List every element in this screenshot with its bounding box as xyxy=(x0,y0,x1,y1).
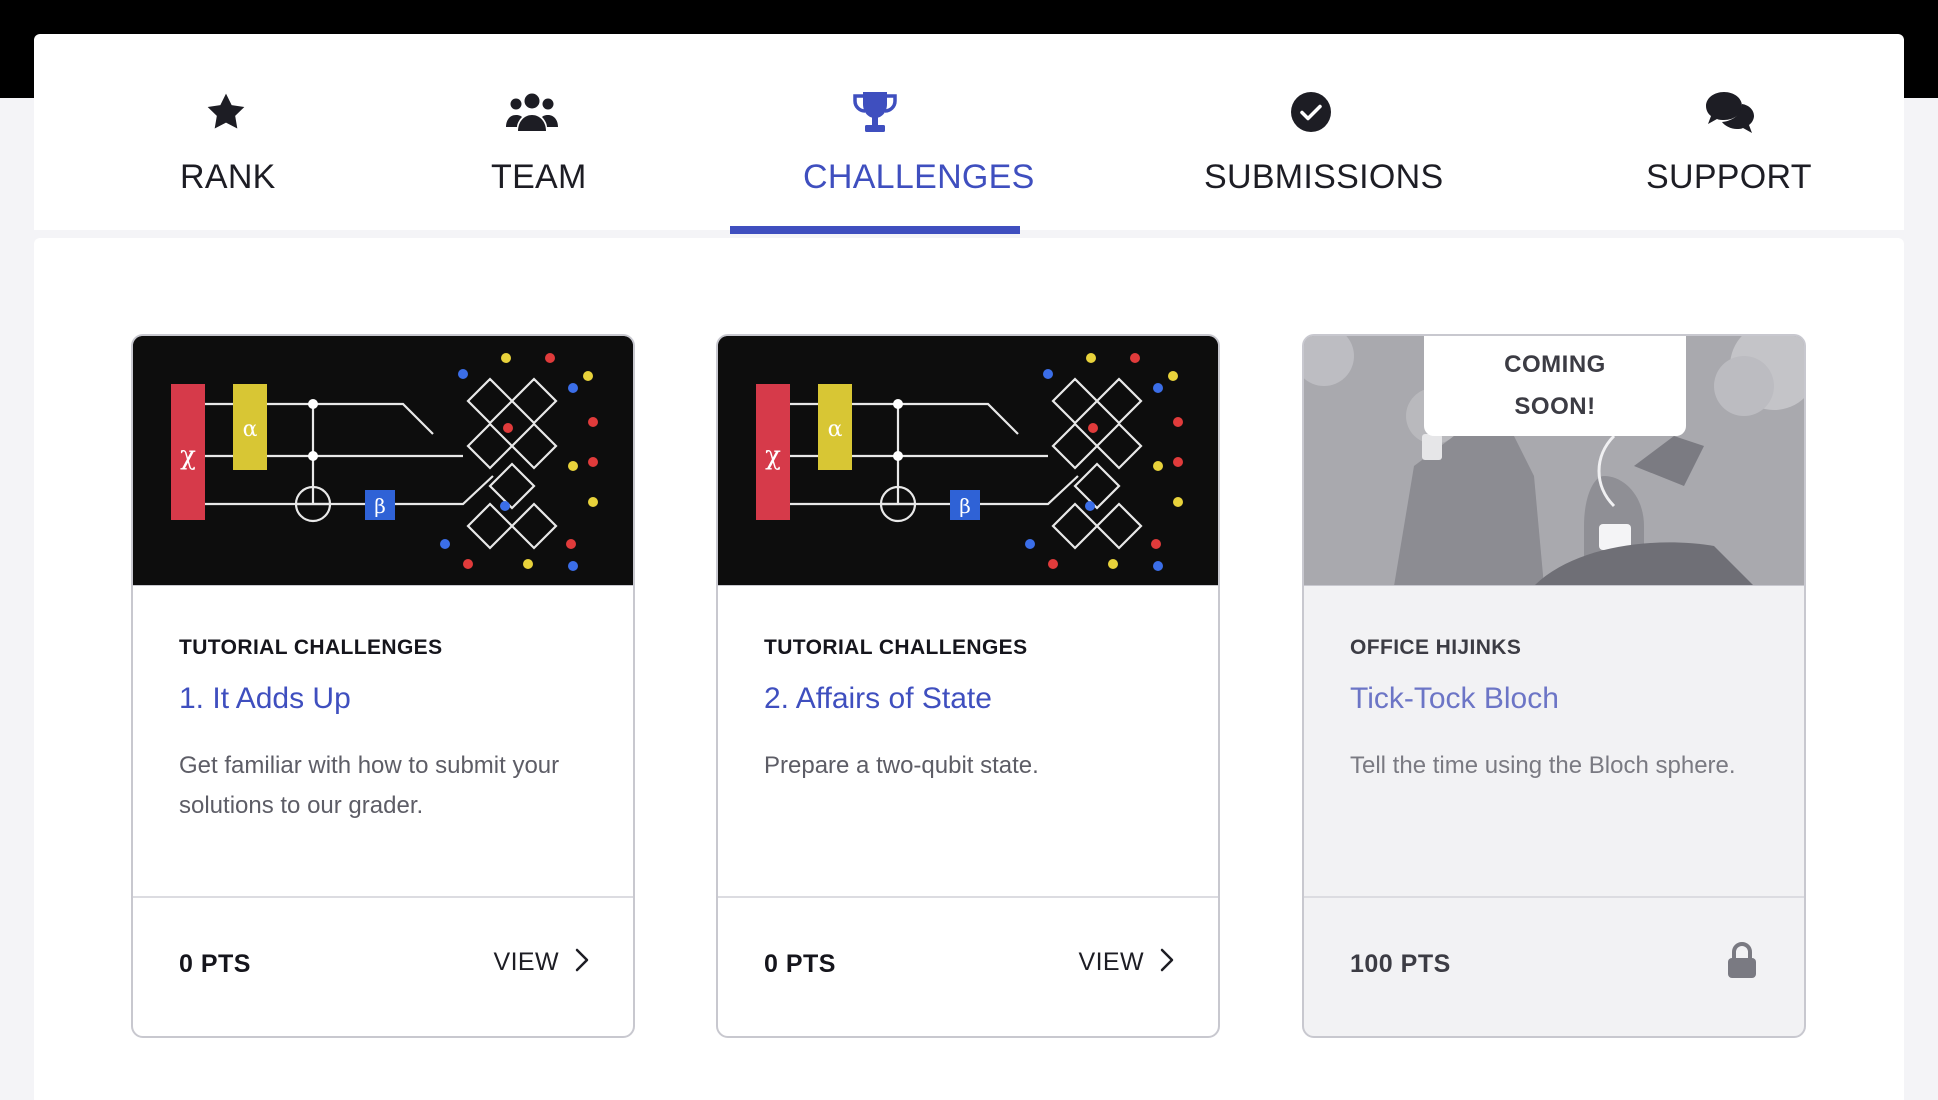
trophy-icon xyxy=(852,88,898,136)
card-points: 0 PTS xyxy=(764,950,836,978)
card-points: 100 PTS xyxy=(1350,950,1451,978)
beta-symbol: β xyxy=(959,494,971,518)
card-title[interactable]: 2. Affairs of State xyxy=(764,682,992,716)
card-description: Get familiar with how to submit your sol… xyxy=(179,752,560,819)
quantum-circuit-image: χ α β xyxy=(133,336,633,586)
tab-challenges[interactable]: CHALLENGES xyxy=(730,34,1034,234)
tab-submissions[interactable]: SUBMISSIONS xyxy=(1184,34,1443,230)
quantum-circuit-image: χ α β xyxy=(718,336,1218,586)
card-divider xyxy=(133,896,633,898)
card-points: 0 PTS xyxy=(179,950,251,978)
coming-soon-badge: COMING SOON! xyxy=(1424,336,1686,436)
card-category: TUTORIAL CHALLENGES xyxy=(179,636,443,659)
tab-team-label: TEAM xyxy=(491,158,587,196)
users-icon xyxy=(506,88,558,136)
lock-icon xyxy=(1726,942,1758,985)
view-button[interactable]: VIEW xyxy=(494,948,590,977)
challenge-card[interactable]: χ α β TUTORIAL CHALLENGES 2. Affairs of … xyxy=(716,334,1220,1038)
chat-bubbles-icon xyxy=(1704,88,1758,136)
active-tab-underline xyxy=(730,226,1020,234)
coming-soon-line2: SOON! xyxy=(1514,393,1596,420)
card-description: Tell the time using the Bloch sphere. xyxy=(1350,752,1736,779)
tab-submissions-label: SUBMISSIONS xyxy=(1204,158,1444,196)
challenge-card[interactable]: χ α β TUTORIAL CHALLENGES 1. It Adds Up … xyxy=(131,334,635,1038)
card-category: TUTORIAL CHALLENGES xyxy=(764,636,1028,659)
tab-rank[interactable]: RANK xyxy=(112,34,332,230)
chevron-right-icon xyxy=(575,948,589,977)
tab-challenges-label: CHALLENGES xyxy=(803,158,1035,196)
beta-symbol: β xyxy=(374,494,386,518)
view-button-label: VIEW xyxy=(1078,948,1144,976)
view-button-label: VIEW xyxy=(493,948,559,976)
alpha-symbol: α xyxy=(243,417,258,442)
chevron-right-icon xyxy=(1160,948,1174,977)
office-coffee-image: COMING SOON! xyxy=(1304,336,1804,586)
check-circle-icon xyxy=(1290,88,1332,136)
card-description: Prepare a two-qubit state. xyxy=(764,752,1039,779)
tab-team[interactable]: TEAM xyxy=(420,34,640,230)
chi-symbol: χ xyxy=(765,441,781,471)
challenge-card-locked: COMING SOON! OFFICE HIJINKS Tick-Tock Bl… xyxy=(1302,334,1806,1038)
nav-tabs: RANK TEAM CHALLENGES SUBMISSIONS SUPPORT xyxy=(34,34,1904,234)
card-title: Tick-Tock Bloch xyxy=(1350,682,1559,715)
card-divider xyxy=(718,896,1218,898)
tab-rank-label: RANK xyxy=(180,158,276,196)
coming-soon-line1: COMING xyxy=(1504,351,1606,378)
chi-symbol: χ xyxy=(180,441,196,471)
card-title[interactable]: 1. It Adds Up xyxy=(179,682,351,716)
tab-support[interactable]: SUPPORT xyxy=(1620,34,1840,230)
tab-support-label: SUPPORT xyxy=(1646,158,1812,196)
star-icon xyxy=(204,88,248,136)
card-category: OFFICE HIJINKS xyxy=(1350,636,1522,659)
alpha-symbol: α xyxy=(828,417,843,442)
card-divider xyxy=(1304,896,1804,898)
view-button[interactable]: VIEW xyxy=(1079,948,1175,977)
